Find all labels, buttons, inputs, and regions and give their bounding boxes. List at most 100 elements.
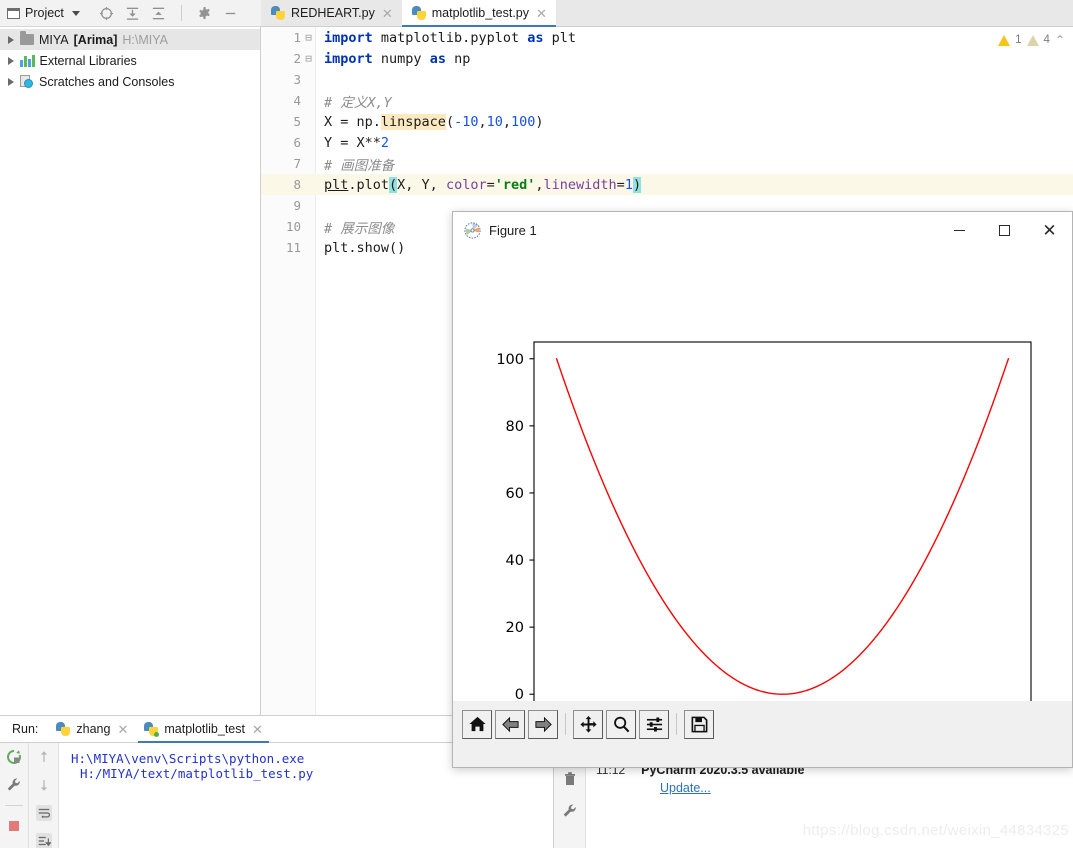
floppy-disk-icon (691, 716, 707, 732)
line-number: 8 (293, 177, 301, 192)
figure-canvas[interactable]: −10.0−7.5−5.0−2.50.02.55.07.510.00204060… (453, 250, 1072, 747)
zoom-button[interactable] (606, 709, 636, 739)
project-tree[interactable]: MIYA [Arima] H:\MIYA External Libraries … (0, 27, 261, 715)
fold-marker-icon[interactable]: ⊟ (301, 32, 316, 43)
maximize-button[interactable] (982, 212, 1027, 250)
close-icon[interactable]: ✕ (251, 723, 263, 736)
run-tab-zhang[interactable]: zhang ✕ (48, 716, 136, 743)
code-text: # 定义X,Y (324, 94, 392, 111)
stop-icon[interactable] (6, 818, 22, 834)
line-number: 5 (293, 114, 301, 129)
line-number: 9 (293, 198, 301, 213)
code-line[interactable]: 6 Y = X**2 (261, 132, 1073, 153)
project-panel-icon (7, 7, 20, 19)
sidebar-divider (5, 805, 23, 806)
home-button[interactable] (462, 709, 492, 739)
y-tick-label: 100 (496, 352, 524, 368)
update-link[interactable]: Update... (660, 781, 711, 795)
close-icon[interactable]: ✕ (381, 7, 393, 20)
run-action-sidebar[interactable] (0, 743, 29, 848)
wrench-icon[interactable] (562, 803, 578, 819)
forward-button[interactable] (528, 709, 558, 739)
editor-tab-label: matplotlib_test.py (431, 6, 530, 20)
wrench-icon[interactable] (6, 777, 22, 793)
locate-target-icon[interactable] (99, 6, 114, 21)
code-line[interactable]: 3 (261, 69, 1073, 90)
line-number: 11 (285, 240, 301, 255)
chevron-right-icon[interactable] (8, 35, 14, 44)
figure-title: Figure 1 (489, 223, 537, 238)
run-navigation-sidebar[interactable] (29, 743, 59, 848)
settings-gear-icon[interactable] (197, 6, 212, 21)
editor-tab-bar[interactable]: REDHEART.py ✕ matplotlib_test.py ✕ (261, 0, 1073, 27)
y-tick-label: 20 (506, 620, 524, 636)
tree-item-miya[interactable]: MIYA [Arima] H:\MIYA (0, 29, 260, 50)
code-text: import numpy as np (324, 50, 471, 67)
run-tab-matplotlib-test[interactable]: matplotlib_test ✕ (136, 716, 271, 743)
minimize-button[interactable] (937, 212, 982, 250)
code-line[interactable]: 2 ⊟ import numpy as np (261, 48, 1073, 69)
inspection-warnings[interactable]: 1 4 ⌃ (998, 33, 1065, 47)
toolbar-divider (565, 713, 566, 735)
arrow-down-icon[interactable] (36, 777, 52, 793)
home-icon (468, 716, 486, 731)
rerun-icon[interactable] (6, 749, 22, 765)
soft-wrap-icon[interactable] (35, 805, 52, 821)
line-number: 7 (293, 156, 301, 171)
editor-tab-label: REDHEART.py (291, 6, 375, 20)
tree-item-label: MIYA (39, 32, 69, 47)
watermark-text: https://blog.csdn.net/weixin_44834325 (802, 822, 1069, 839)
figure-navigation-toolbar[interactable] (453, 701, 1072, 747)
chevron-up-icon[interactable]: ⌃ (1055, 33, 1065, 47)
warning-count: 4 (1043, 34, 1050, 46)
arrow-up-icon[interactable] (36, 749, 52, 765)
scratches-icon (20, 75, 34, 88)
code-text: plt.show() (324, 239, 406, 256)
matplotlib-figure-window[interactable]: Figure 1 ✕ −10.0−7.5−5.0−2.50.02.55.07.5… (452, 211, 1073, 768)
code-text: plt.plot(X, Y, color='red',linewidth=1) (324, 176, 642, 193)
code-text: Y = X**2 (324, 134, 390, 151)
plot-area[interactable]: −10.0−7.5−5.0−2.50.02.55.07.510.00204060… (453, 250, 1072, 747)
python-file-icon (56, 722, 71, 736)
close-icon[interactable]: ✕ (535, 7, 547, 20)
tree-item-label: External Libraries (39, 53, 137, 68)
pan-button[interactable] (573, 709, 603, 739)
close-button[interactable]: ✕ (1027, 212, 1072, 250)
run-tab-label: matplotlib_test (164, 722, 245, 736)
line-number: 4 (293, 93, 301, 108)
save-button[interactable] (684, 709, 714, 739)
tree-item-path: H:\MIYA (122, 32, 169, 47)
code-line[interactable]: 1 ⊟ import matplotlib.pyplot as plt (261, 27, 1073, 48)
code-line-active[interactable]: 8 plt.plot(X, Y, color='red',linewidth=1… (261, 174, 1073, 195)
code-text: import matplotlib.pyplot as plt (324, 29, 576, 46)
hide-panel-icon[interactable] (223, 6, 238, 21)
magnifier-icon (613, 716, 629, 732)
expand-all-icon[interactable] (125, 6, 140, 21)
code-line[interactable]: 7 # 画图准备 (261, 153, 1073, 174)
editor-tab-matplotlib-test[interactable]: matplotlib_test.py ✕ (401, 0, 557, 27)
chevron-right-icon[interactable] (8, 56, 14, 65)
maximize-icon (999, 225, 1010, 236)
fold-marker-icon[interactable]: ⊟ (301, 53, 316, 64)
close-icon[interactable]: ✕ (116, 723, 128, 736)
chevron-right-icon[interactable] (8, 77, 14, 86)
scroll-to-end-icon[interactable] (35, 833, 52, 848)
tree-item-external-libraries[interactable]: External Libraries (0, 50, 260, 71)
project-panel-title-button[interactable]: Project (0, 6, 80, 20)
collapse-all-icon[interactable] (151, 6, 166, 21)
subplots-button[interactable] (639, 709, 669, 739)
chevron-down-icon[interactable] (71, 10, 80, 16)
trash-icon[interactable] (562, 771, 578, 787)
close-icon: ✕ (1042, 221, 1057, 240)
code-line[interactable]: 5 X = np.linspace(-10,10,100) (261, 111, 1073, 132)
y-tick-label: 40 (506, 553, 524, 569)
editor-tab-redheart[interactable]: REDHEART.py ✕ (261, 0, 402, 26)
code-text: # 展示图像 (324, 220, 395, 237)
code-text: X = np.linspace(-10,10,100) (324, 113, 544, 130)
run-label: Run: (12, 722, 39, 736)
y-tick-label: 80 (506, 419, 524, 435)
tree-item-scratches-and-consoles[interactable]: Scratches and Consoles (0, 71, 260, 92)
back-button[interactable] (495, 709, 525, 739)
code-line[interactable]: 4 # 定义X,Y (261, 90, 1073, 111)
figure-title-bar[interactable]: Figure 1 ✕ (453, 212, 1072, 250)
